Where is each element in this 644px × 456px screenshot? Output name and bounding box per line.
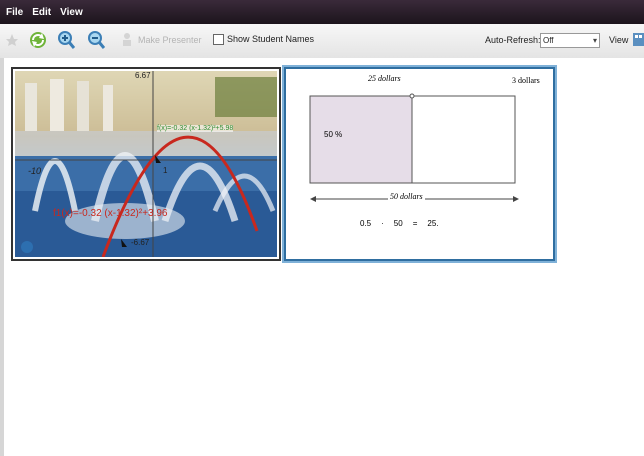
menu-file[interactable]: File xyxy=(0,7,26,18)
zoom-in-icon[interactable] xyxy=(57,30,76,52)
zoom-out-icon[interactable] xyxy=(87,30,106,52)
equation-a: 0.5 xyxy=(360,219,372,228)
menu-bar: File Edit View xyxy=(0,0,644,24)
auto-refresh-value[interactable]: Off xyxy=(540,33,600,48)
presenter-icon xyxy=(121,32,133,48)
y-top-label: 6.67 xyxy=(135,71,151,80)
percent-label: 50 % xyxy=(324,130,343,139)
equation: 0.5 · 50 = 25. xyxy=(360,219,439,228)
disabled-star-icon[interactable] xyxy=(6,33,18,49)
student-screen-thumbnail-2[interactable]: 25 dollars 3 dollars 50 % 50 dollars 0.5… xyxy=(284,67,555,261)
show-student-names-checkbox[interactable] xyxy=(213,34,224,46)
equation-result: 25. xyxy=(427,219,439,228)
x-min-label: -10 xyxy=(28,166,42,176)
equation-eq: = xyxy=(412,219,418,228)
auto-refresh-label: Auto-Refresh: xyxy=(485,35,541,45)
toolbar: Make Presenter Show Student Names Auto-R… xyxy=(0,24,644,59)
graph-label-red: f1(x)=-0.32 (x-1.32)²+3.96 xyxy=(53,208,168,219)
student-screen-thumbnail-1[interactable]: -10 1 6.67 -6.67 f(x)=-0.32 (x-1.32)²+5.… xyxy=(11,67,281,261)
refresh-icon[interactable] xyxy=(28,30,48,52)
bottom-dollars-label: 50 dollars xyxy=(388,192,425,201)
y-bottom-label: -6.67 xyxy=(131,238,150,247)
graph-label-green: f(x)=-0.32 (x-1.32)²+5.98 xyxy=(157,125,234,132)
menu-view[interactable]: View xyxy=(54,7,86,18)
bar-model-diagram xyxy=(309,93,519,202)
auto-refresh-select[interactable]: Off xyxy=(540,33,600,48)
show-student-names-label: Show Student Names xyxy=(227,34,315,44)
make-presenter-button[interactable]: Make Presenter xyxy=(138,35,202,45)
equation-b: 50 xyxy=(393,219,403,228)
x-tick-label: 1 xyxy=(163,166,168,175)
menu-edit[interactable]: Edit xyxy=(26,7,54,18)
view-grid-icon[interactable] xyxy=(633,33,644,48)
top-dollars-label: 25 dollars xyxy=(368,74,401,83)
equation-op: · xyxy=(381,219,384,228)
view-label[interactable]: View xyxy=(609,35,628,45)
right-dollars-label: 3 dollars xyxy=(512,76,540,85)
show-student-names-toggle[interactable]: Show Student Names xyxy=(213,34,315,46)
fountain-graph-image xyxy=(15,71,277,257)
